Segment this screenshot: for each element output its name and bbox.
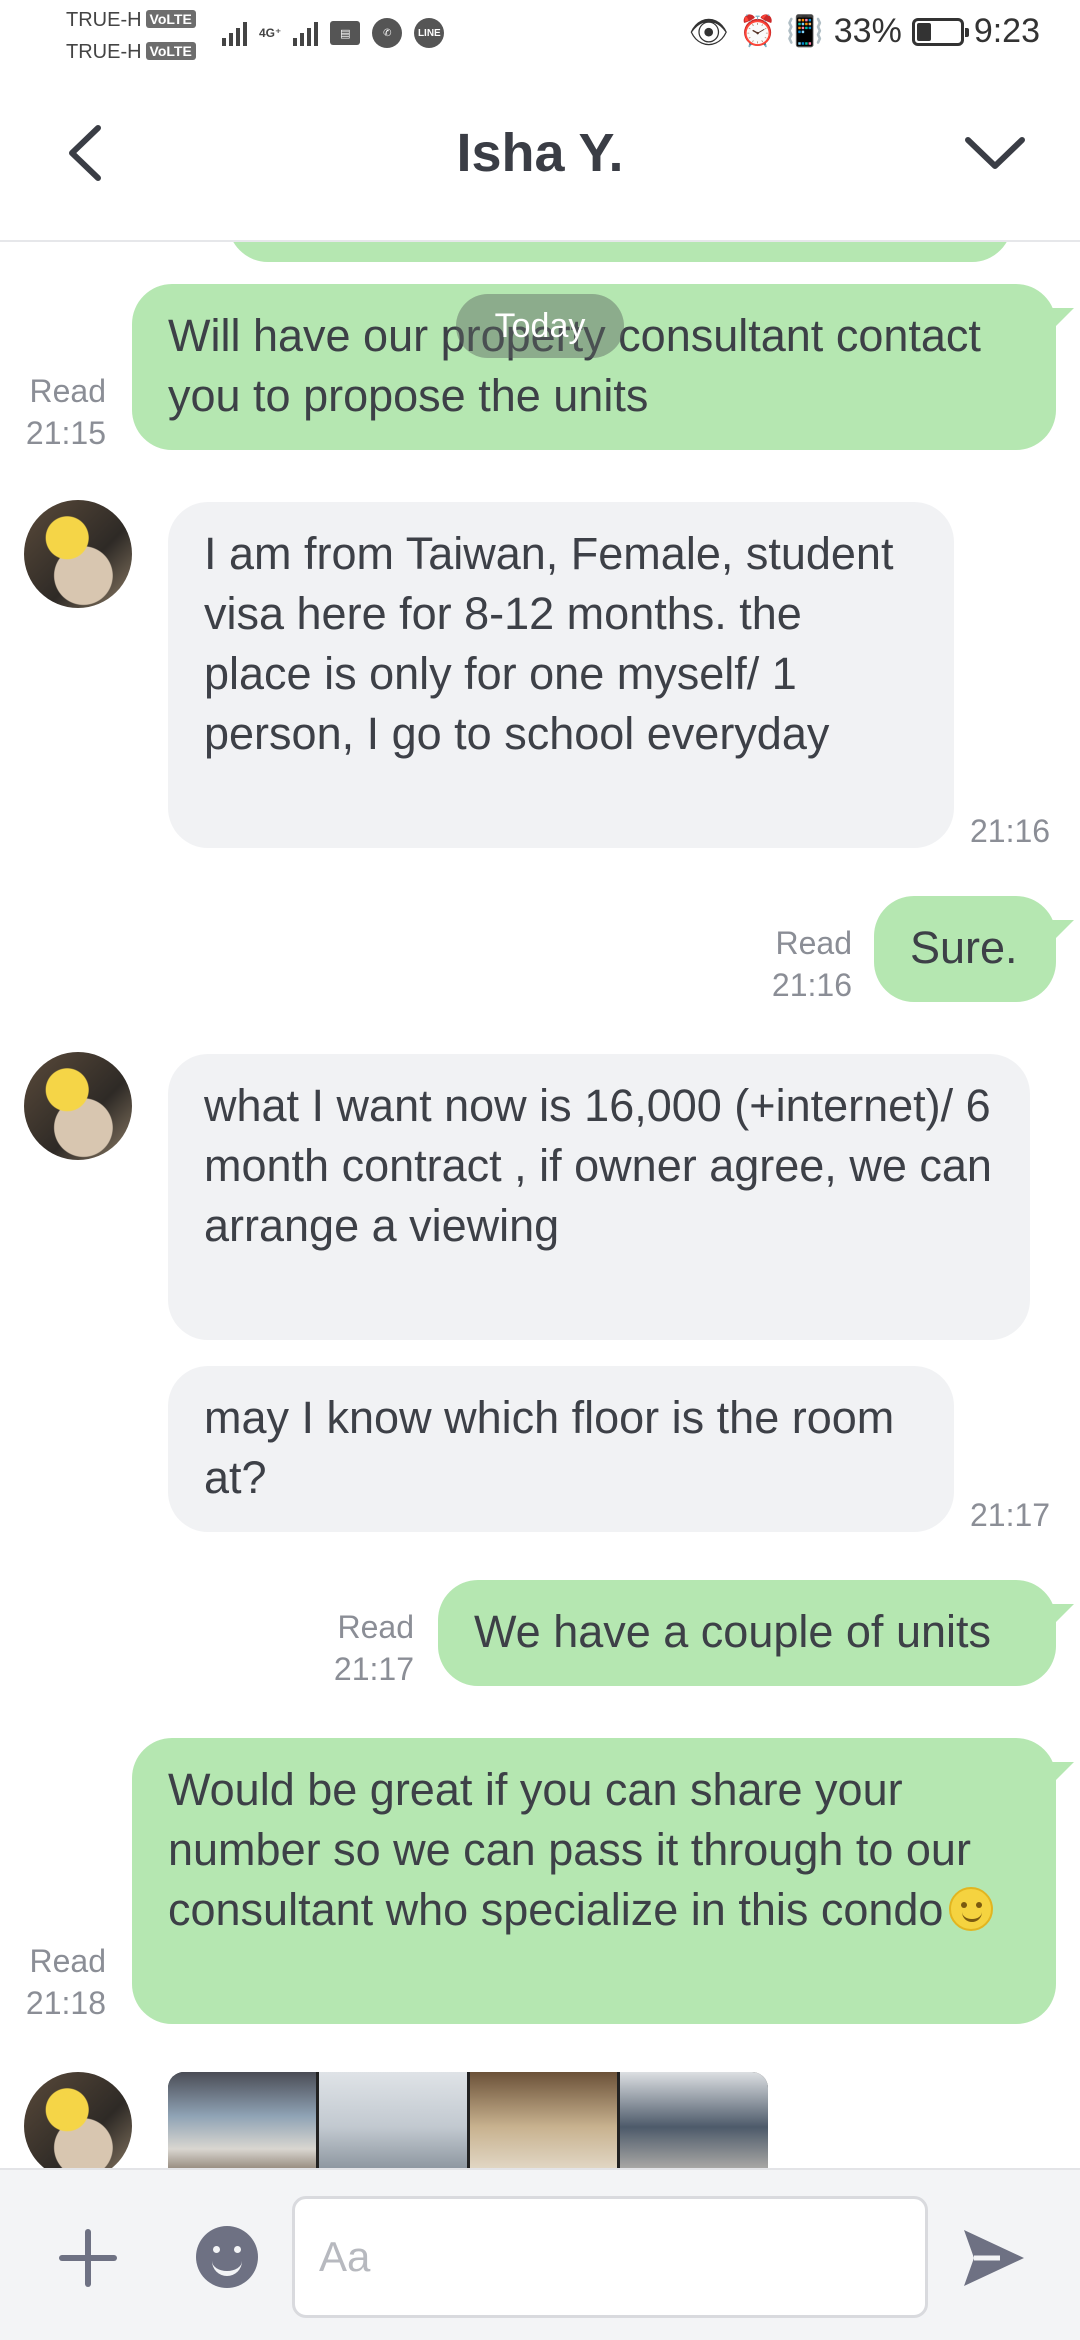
status-icons-left: 4G⁺ ▤ ✆ LINE	[222, 18, 445, 48]
emoji-icon[interactable]	[196, 2226, 258, 2288]
room-photo-thumbnail[interactable]	[620, 2072, 768, 2168]
sim2-label: TRUE-H VoLTE	[66, 40, 196, 64]
network-type-label: 4G⁺	[259, 26, 282, 40]
message-text: Sure.	[910, 922, 1018, 973]
chevron-down-icon[interactable]	[960, 122, 1030, 182]
contact-avatar[interactable]	[24, 2072, 132, 2168]
contact-avatar[interactable]	[24, 1052, 132, 1160]
outgoing-message[interactable]: We have a couple of units	[438, 1580, 1074, 1686]
signal-icon	[222, 20, 247, 46]
previous-message-bubble	[228, 242, 1012, 262]
battery-icon	[911, 17, 969, 46]
photo-collage-message[interactable]	[168, 2072, 768, 2168]
eye-icon: 👁	[688, 13, 730, 50]
send-icon[interactable]	[960, 2226, 1028, 2290]
bubble-tail	[1052, 1604, 1074, 1626]
room-photo-thumbnail[interactable]	[469, 2072, 618, 2168]
room-photo-thumbnail[interactable]	[168, 2072, 316, 2168]
message-text: what I want now is 16,000 (+internet)/ 6…	[204, 1080, 992, 1251]
bubble-tail	[1052, 308, 1074, 330]
smile-emoji-icon	[949, 1887, 994, 1931]
message-input-bar	[0, 2168, 1080, 2340]
message-time: 21:17	[970, 1497, 1051, 1533]
signal-icon	[293, 20, 319, 46]
read-receipt: Read 21:16	[771, 925, 852, 1003]
read-receipt: Read 21:15	[25, 373, 106, 451]
status-bar: TRUE-H VoLTE TRUE-H VoLTE 4G⁺ ▤ ✆ LINE 👁 ⏰…	[0, 0, 1080, 78]
battery-fill	[916, 22, 931, 41]
alarm-icon: ⏰	[739, 15, 777, 48]
battery-percent: 33%	[833, 12, 902, 50]
incoming-message[interactable]: I am from Taiwan, Female, student visa h…	[168, 502, 954, 848]
incoming-message[interactable]: may I know which floor is the room at?	[168, 1366, 954, 1532]
message-list[interactable]: Today Read 21:15 Will have our property c…	[0, 242, 1080, 2168]
bubble-tail	[1052, 920, 1074, 942]
sim1-label: TRUE-H VoLTE	[66, 8, 196, 32]
message-text: Would be great if you can share your num…	[168, 1764, 971, 1935]
status-icons-right: 👁 ⏰ 📳 33% 9:23	[688, 12, 1040, 51]
bubble-tail	[1052, 1762, 1074, 1784]
outgoing-message[interactable]: Would be great if you can share your num…	[132, 1738, 1074, 2024]
volte-badge: VoLTE	[145, 42, 196, 60]
contact-avatar[interactable]	[24, 500, 132, 608]
message-text: I am from Taiwan, Female, student visa h…	[204, 528, 894, 759]
incoming-message[interactable]: what I want now is 16,000 (+internet)/ 6…	[168, 1054, 1030, 1340]
vibrate-icon: 📳	[786, 15, 824, 48]
plus-icon[interactable]	[56, 2226, 120, 2290]
message-time: 21:16	[970, 813, 1051, 849]
line-icon: LINE	[414, 18, 445, 48]
chat-header: Isha Y.	[0, 78, 1080, 242]
whatsapp-icon: ✆	[372, 18, 403, 48]
message-text: We have a couple of units	[474, 1606, 991, 1657]
outgoing-message[interactable]: Sure.	[874, 896, 1074, 1002]
volte-badge: VoLTE	[145, 10, 196, 28]
read-receipt: Read 21:18	[25, 1943, 106, 2021]
clock: 9:23	[973, 12, 1040, 50]
notification-icon: ▤	[330, 21, 361, 45]
message-input[interactable]	[292, 2196, 928, 2318]
room-photo-thumbnail[interactable]	[318, 2072, 467, 2168]
read-receipt: Read 21:17	[333, 1609, 414, 1687]
date-divider: Today	[456, 294, 624, 358]
message-text: may I know which floor is the room at?	[204, 1392, 895, 1503]
contact-name: Isha Y.	[456, 123, 624, 183]
